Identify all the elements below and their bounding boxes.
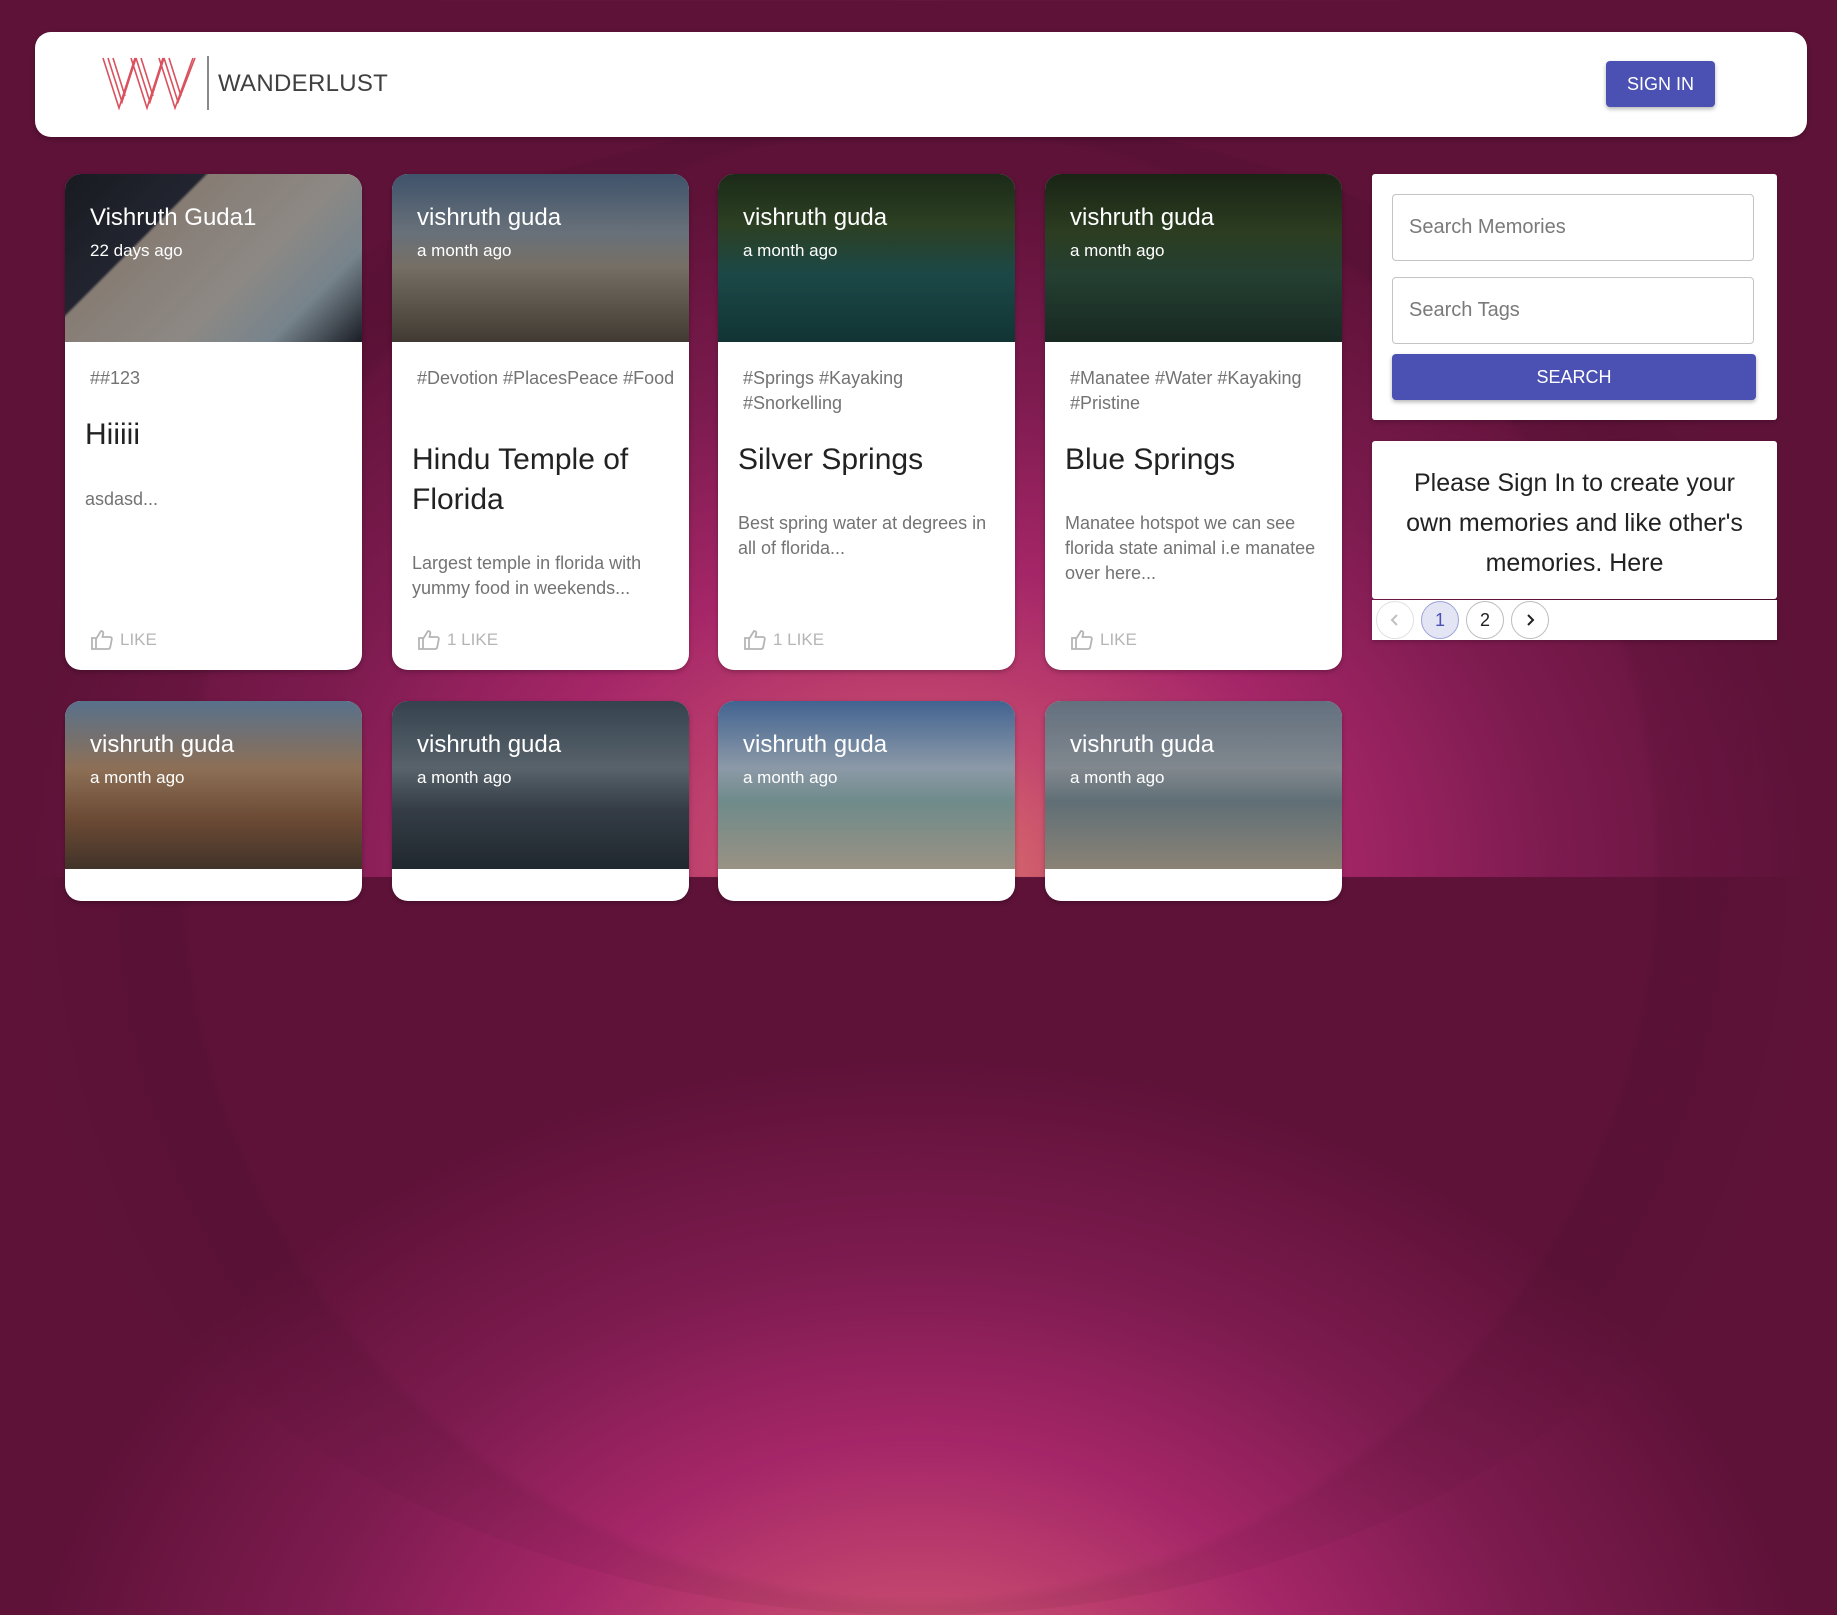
memory-card[interactable]: Vishruth Guda1 22 days ago ##123 Hiiiii … bbox=[65, 174, 362, 670]
memory-card[interactable]: vishruth guda a month ago #Springs #Kaya… bbox=[718, 174, 1015, 670]
card-time: a month ago bbox=[417, 768, 512, 787]
memory-card[interactable]: vishruth guda a month ago bbox=[718, 701, 1015, 901]
sign-in-button[interactable]: SIGN IN bbox=[1606, 61, 1715, 107]
thumb-up-icon bbox=[91, 630, 113, 650]
search-tags-input[interactable] bbox=[1392, 277, 1754, 344]
search-panel: SEARCH bbox=[1372, 174, 1777, 420]
card-author: vishruth guda bbox=[417, 731, 562, 758]
card-title: Silver Springs bbox=[738, 443, 924, 476]
sign-in-notice: Please Sign In to create your own memori… bbox=[1372, 441, 1777, 599]
card-description: asdasd... bbox=[85, 489, 159, 509]
like-button[interactable]: 1 LIKE bbox=[743, 628, 824, 652]
card-author: vishruth guda bbox=[417, 204, 562, 231]
card-author: vishruth guda bbox=[1070, 731, 1215, 758]
chevron-left-icon bbox=[1390, 614, 1398, 626]
app-bar: WANDERLUST SIGN IN bbox=[35, 32, 1807, 137]
like-label: 1 LIKE bbox=[447, 630, 499, 649]
card-description: Best spring water at degrees in all of f… bbox=[738, 513, 987, 558]
like-button[interactable]: LIKE bbox=[1070, 628, 1137, 652]
memory-card[interactable]: vishruth guda a month ago bbox=[1045, 701, 1342, 901]
memory-card[interactable]: vishruth guda a month ago bbox=[392, 701, 689, 901]
card-time: a month ago bbox=[743, 768, 838, 787]
card-author: vishruth guda bbox=[743, 731, 888, 758]
card-image: vishruth guda a month ago bbox=[65, 701, 362, 869]
card-tags: #Springs #Kayaking #Snorkelling bbox=[743, 368, 904, 413]
card-author: vishruth guda bbox=[743, 204, 888, 231]
card-description: Largest temple in florida with yummy foo… bbox=[412, 553, 642, 598]
chevron-right-icon bbox=[1527, 614, 1535, 626]
card-image: vishruth guda a month ago bbox=[1045, 174, 1342, 342]
thumb-up-icon bbox=[1071, 630, 1093, 650]
card-time: a month ago bbox=[1070, 768, 1165, 787]
search-memories-input[interactable] bbox=[1392, 194, 1754, 261]
card-image: vishruth guda a month ago bbox=[718, 701, 1015, 869]
page-button-1[interactable]: 1 bbox=[1421, 601, 1459, 639]
card-image: Vishruth Guda1 22 days ago bbox=[65, 174, 362, 342]
card-time: a month ago bbox=[90, 768, 185, 787]
search-button[interactable]: SEARCH bbox=[1392, 354, 1756, 400]
like-label: LIKE bbox=[1100, 630, 1137, 649]
next-page-button[interactable] bbox=[1511, 601, 1549, 639]
card-author: Vishruth Guda1 bbox=[90, 204, 257, 231]
card-title: Blue Springs bbox=[1065, 443, 1236, 476]
memory-card[interactable]: vishruth guda a month ago #Devotion #Pla… bbox=[392, 174, 689, 670]
pagination: 1 2 bbox=[1372, 600, 1777, 640]
wanderlust-logo-icon[interactable] bbox=[101, 54, 197, 112]
page-button-2[interactable]: 2 bbox=[1466, 601, 1504, 639]
thumb-up-icon bbox=[418, 630, 440, 650]
prev-page-button[interactable] bbox=[1376, 601, 1414, 639]
logo-divider bbox=[207, 56, 209, 110]
card-title: Hiiiii bbox=[85, 418, 140, 451]
memory-card[interactable]: vishruth guda a month ago #Manatee #Wate… bbox=[1045, 174, 1342, 670]
card-time: a month ago bbox=[743, 241, 838, 260]
card-author: vishruth guda bbox=[90, 731, 235, 758]
like-label: 1 LIKE bbox=[773, 630, 825, 649]
card-image: vishruth guda a month ago bbox=[392, 701, 689, 869]
card-description: Manatee hotspot we can see florida state… bbox=[1065, 513, 1316, 583]
card-time: 22 days ago bbox=[90, 241, 183, 260]
card-time: a month ago bbox=[1070, 241, 1165, 260]
card-author: vishruth guda bbox=[1070, 204, 1215, 231]
thumb-up-icon bbox=[744, 630, 766, 650]
like-button[interactable]: 1 LIKE bbox=[417, 628, 498, 652]
card-time: a month ago bbox=[417, 241, 512, 260]
card-tags: #Manatee #Water #Kayaking #Pristine bbox=[1070, 368, 1302, 413]
card-image: vishruth guda a month ago bbox=[1045, 701, 1342, 869]
card-image: vishruth guda a month ago bbox=[392, 174, 689, 342]
card-title: Hindu Temple of Florida bbox=[412, 443, 629, 516]
card-tags: ##123 bbox=[90, 368, 141, 388]
card-tags: #Devotion #PlacesPeace #Food bbox=[417, 368, 675, 388]
like-button[interactable]: LIKE bbox=[90, 628, 157, 652]
brand-name[interactable]: WANDERLUST bbox=[218, 70, 388, 98]
card-image: vishruth guda a month ago bbox=[718, 174, 1015, 342]
memory-card[interactable]: vishruth guda a month ago bbox=[65, 701, 362, 901]
like-label: LIKE bbox=[120, 630, 157, 649]
